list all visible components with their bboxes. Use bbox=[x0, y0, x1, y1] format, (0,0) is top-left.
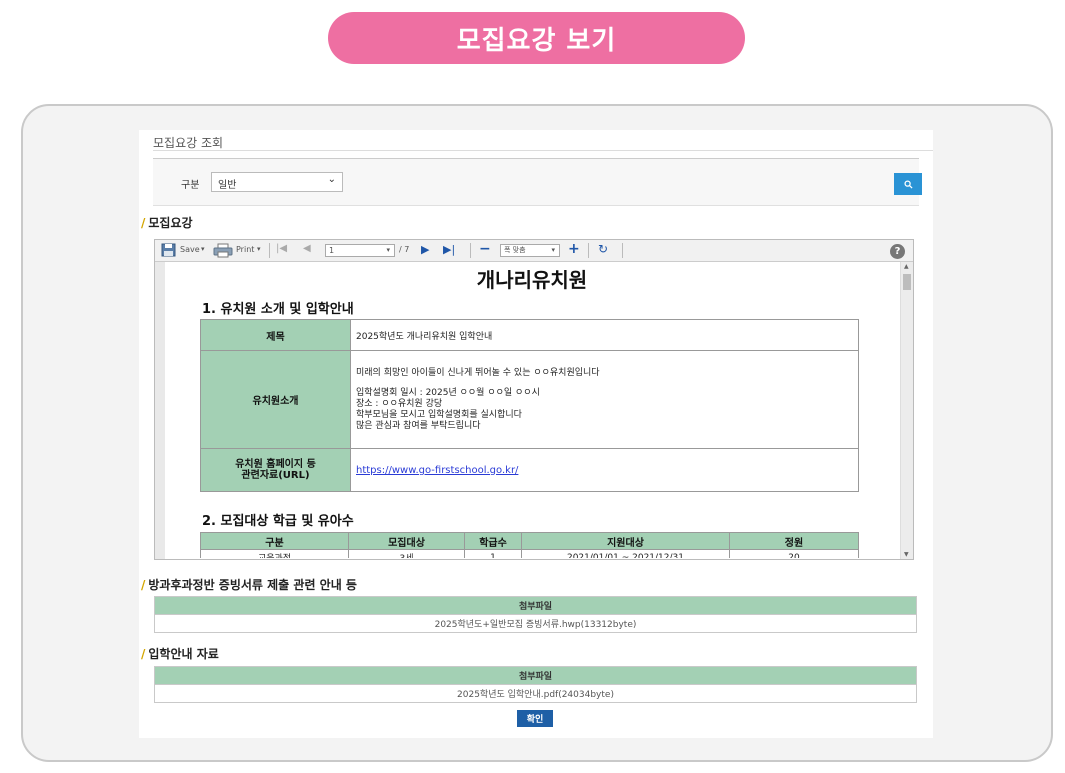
attachment-header: 첨부파일 bbox=[154, 666, 917, 685]
toolbar-divider bbox=[588, 243, 589, 258]
category-select-value: 일반 bbox=[218, 180, 237, 191]
admission-attachments: 첨부파일 2025학년도 입학안내.pdf(24034byte) bbox=[154, 666, 917, 703]
table-cell: 교육과정 bbox=[200, 549, 349, 558]
document-page: 개나리유치원 1. 유치원 소개 및 입학안내 제목 2025학년도 개나리유치… bbox=[165, 262, 899, 558]
prev-page-icon[interactable]: ◀ bbox=[303, 243, 311, 254]
attachment-file-link[interactable]: 2025학년도+일반모집 증빙서류.hwp(13312byte) bbox=[154, 614, 917, 633]
intro-line: 장소 : ㅇㅇ유치원 강당 bbox=[356, 398, 443, 409]
column-header: 구분 bbox=[200, 532, 349, 550]
last-page-icon[interactable]: ▶| bbox=[443, 243, 455, 256]
toolbar-divider bbox=[470, 243, 471, 258]
intro-line bbox=[356, 379, 853, 388]
admission-section-title: / 입학안내 자료 bbox=[141, 647, 219, 661]
search-icon bbox=[903, 179, 913, 189]
help-icon[interactable]: ? bbox=[890, 244, 905, 259]
toolbar-divider bbox=[622, 243, 623, 258]
viewer-scrollbar[interactable]: ▲ ▼ bbox=[900, 262, 913, 559]
url-key: 유치원 홈페이지 등 관련자료(URL) bbox=[200, 448, 351, 492]
printer-icon[interactable] bbox=[213, 243, 233, 258]
homepage-link[interactable]: https://www.go-firstschool.go.kr/ bbox=[356, 465, 518, 476]
section-heading: 2. 모집대상 학급 및 유아수 bbox=[202, 514, 354, 529]
zoom-in-icon[interactable]: + bbox=[568, 241, 580, 257]
search-section-title: 모집요강 조회 bbox=[153, 136, 224, 150]
chevron-down-icon[interactable]: ▾ bbox=[201, 245, 205, 253]
chevron-down-icon: ⌄ bbox=[327, 174, 336, 185]
page-total: / 7 bbox=[399, 245, 410, 254]
table-row: 교육과정 3세 1 2021/01/01 ~ 2021/12/31 20 bbox=[200, 549, 859, 558]
intro-table: 제목 2025학년도 개나리유치원 입학안내 유치원소개 미래의 희망인 아이들… bbox=[200, 319, 859, 492]
pencil-icon: / bbox=[141, 647, 146, 661]
print-button[interactable]: Print bbox=[236, 245, 254, 254]
zoom-select[interactable]: 폭 맞춤 ▾ bbox=[500, 244, 560, 257]
chevron-down-icon[interactable]: ▾ bbox=[257, 245, 261, 253]
intro-line: 미래의 희망인 아이들이 신나게 뛰어놀 수 있는 ㅇㅇ유치원입니다 bbox=[356, 367, 600, 378]
confirm-button[interactable]: 확인 bbox=[517, 710, 553, 727]
table-cell: 20 bbox=[729, 549, 859, 558]
viewer-toolbar: Save ▾ Print ▾ |◀ ◀ 1 ▾ / 7 ▶ ▶| − 폭 맞춤 ▾ … bbox=[155, 240, 913, 262]
attachment-file-link[interactable]: 2025학년도 입학안내.pdf(24034byte) bbox=[154, 684, 917, 703]
toolbar-divider bbox=[269, 243, 270, 258]
document-viewer: Save ▾ Print ▾ |◀ ◀ 1 ▾ / 7 ▶ ▶| − 폭 맞춤 ▾ … bbox=[154, 239, 914, 560]
after-school-section-title: / 방과후과정반 증빙서류 제출 관련 안내 등 bbox=[141, 578, 357, 592]
column-header: 학급수 bbox=[464, 532, 522, 550]
table-cell: 1 bbox=[464, 549, 522, 558]
url-value: https://www.go-firstschool.go.kr/ bbox=[350, 448, 859, 492]
intro-line: 많은 관심과 참여를 부탁드립니다 bbox=[356, 420, 481, 431]
first-page-icon[interactable]: |◀ bbox=[276, 243, 287, 254]
intro-key: 유치원소개 bbox=[200, 350, 351, 449]
pencil-icon: / bbox=[141, 216, 146, 230]
column-header: 모집대상 bbox=[348, 532, 465, 550]
class-table: 구분 모집대상 학급수 지원대상 정원 교육과정 3세 1 2021/01/01… bbox=[200, 532, 859, 558]
search-button[interactable] bbox=[894, 173, 922, 195]
attachment-header: 첨부파일 bbox=[154, 596, 917, 615]
viewer-margin bbox=[155, 262, 165, 559]
divider bbox=[153, 150, 933, 151]
page-title: 모집요강 보기 bbox=[328, 12, 745, 64]
scroll-up-icon[interactable]: ▲ bbox=[904, 263, 909, 270]
column-header: 정원 bbox=[729, 532, 859, 550]
next-page-icon[interactable]: ▶ bbox=[421, 243, 429, 256]
category-select[interactable]: 일반 ⌄ bbox=[211, 172, 343, 192]
document-title: 개나리유치원 bbox=[476, 268, 588, 292]
title-value: 2025학년도 개나리유치원 입학안내 bbox=[350, 319, 859, 351]
scroll-down-icon[interactable]: ▼ bbox=[904, 551, 909, 558]
main-panel: 모집요강 조회 구분 일반 ⌄ / 모집요강 Save ▾ Print ▾ |◀ … bbox=[139, 130, 933, 738]
save-button[interactable]: Save bbox=[180, 245, 200, 254]
section-heading: 1. 유치원 소개 및 입학안내 bbox=[202, 302, 354, 317]
search-box: 구분 일반 ⌄ bbox=[153, 158, 922, 206]
intro-line: 학부모님을 모시고 입학설명회를 실시합니다 bbox=[356, 409, 522, 420]
scrollbar-thumb[interactable] bbox=[903, 274, 911, 290]
after-school-attachments: 첨부파일 2025학년도+일반모집 증빙서류.hwp(13312byte) bbox=[154, 596, 917, 633]
zoom-out-icon[interactable]: − bbox=[479, 241, 491, 257]
recruit-section-title: / 모집요강 bbox=[141, 216, 193, 230]
intro-line: 입학설명회 일시 : 2025년 ㅇㅇ월 ㅇㅇ일 ㅇㅇ시 bbox=[356, 387, 540, 398]
pencil-icon: / bbox=[141, 578, 146, 592]
intro-value: 미래의 희망인 아이들이 신나게 뛰어놀 수 있는 ㅇㅇ유치원입니다 입학설명회… bbox=[350, 350, 859, 449]
save-icon[interactable] bbox=[161, 243, 176, 257]
title-key: 제목 bbox=[200, 319, 351, 351]
table-cell: 3세 bbox=[348, 549, 465, 558]
category-label: 구분 bbox=[181, 180, 200, 191]
refresh-icon[interactable]: ↻ bbox=[598, 242, 608, 256]
table-cell: 2021/01/01 ~ 2021/12/31 bbox=[521, 549, 730, 558]
column-header: 지원대상 bbox=[521, 532, 730, 550]
page-number-input[interactable]: 1 ▾ bbox=[325, 244, 395, 257]
